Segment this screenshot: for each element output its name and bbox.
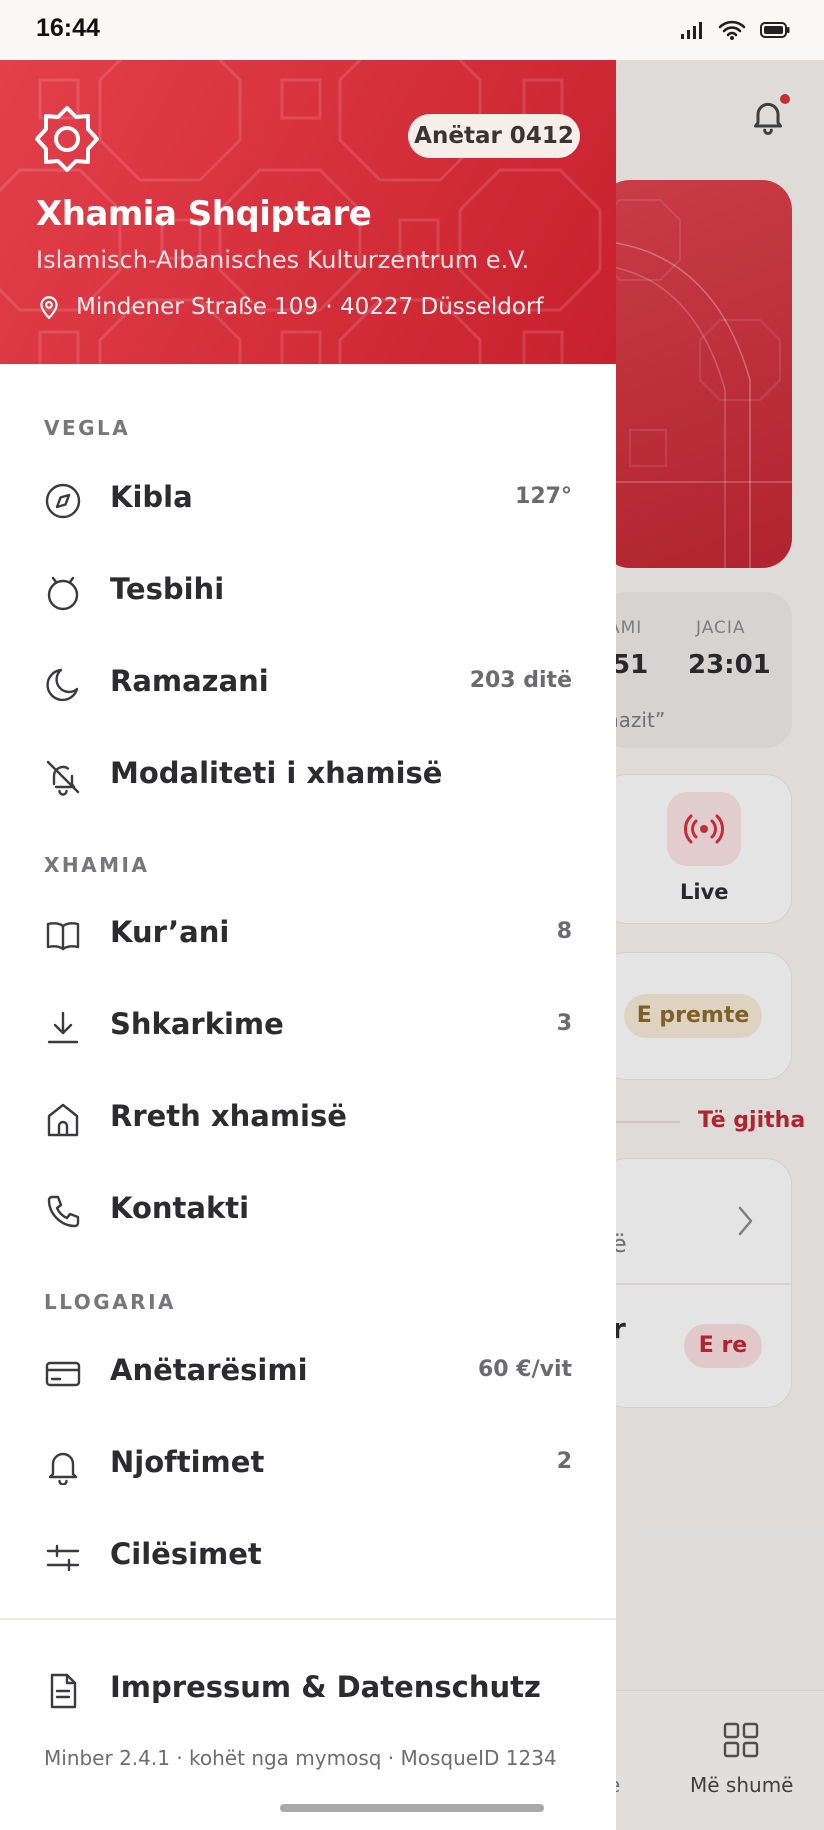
section-label-tools: VEGLA: [44, 416, 131, 440]
location-pin-icon: [40, 296, 58, 320]
menu-item-label: Ramazani: [110, 664, 269, 698]
download-icon: [47, 1011, 79, 1044]
menu-item-contact[interactable]: Kontakti: [0, 1163, 616, 1255]
book-icon: [46, 922, 80, 951]
menu-item-label: Tesbihi: [110, 572, 225, 606]
phone-icon: [47, 1195, 80, 1228]
address-row[interactable]: Mindener Straße 109 · 40227 Düsseldorf: [36, 294, 544, 320]
menu-item-tesbihi[interactable]: Tesbihi: [0, 544, 616, 636]
menu-item-kibla[interactable]: Kibla 127°: [0, 452, 616, 544]
house-icon: [47, 1103, 79, 1137]
menu-item-label: Cilësimet: [110, 1537, 262, 1571]
signal-icon: [681, 22, 702, 39]
downloads-count: 3: [556, 1011, 572, 1036]
bell-icon: [48, 1452, 78, 1485]
qibla-degree: 127°: [515, 484, 572, 509]
menu-item-label: Kontakti: [110, 1191, 250, 1225]
navigation-drawer: Anëtar 0412 Xhamia Shqiptare Islamisch-A…: [0, 60, 616, 1830]
menu-item-mosque-mode[interactable]: Modaliteti i xhamisë: [0, 728, 616, 820]
member-badge: Anëtar 0412: [408, 114, 580, 158]
prayer-beads-icon: [47, 576, 79, 611]
battery-icon: [760, 22, 790, 38]
address-text: Mindener Straße 109 · 40227 Düsseldorf: [76, 294, 544, 320]
home-indicator[interactable]: [280, 1804, 544, 1812]
menu-item-label: Rreth xhamisë: [110, 1099, 347, 1133]
moon-icon: [46, 668, 79, 702]
menu-item-imprint[interactable]: Impressum & Datenschutz: [0, 1642, 616, 1734]
menu-item-label: Modaliteti i xhamisë: [110, 756, 443, 790]
menu-item-label: Shkarkime: [110, 1007, 284, 1041]
menu-item-about[interactable]: Rreth xhamisë: [0, 1071, 616, 1163]
menu-item-label: Njoftimet: [110, 1445, 265, 1479]
menu-item-downloads[interactable]: Shkarkime 3: [0, 979, 616, 1071]
menu-item-settings[interactable]: Cilësimet: [0, 1509, 616, 1601]
ramadan-countdown: 203 ditë: [469, 668, 572, 693]
menu-item-ramazani[interactable]: Ramazani 203 ditë: [0, 636, 616, 728]
wifi-icon: [718, 20, 746, 40]
sliders-icon: [46, 1544, 80, 1572]
menu-item-membership[interactable]: Anëtarësimi 60 €/vit: [0, 1325, 616, 1417]
quran-count: 8: [556, 919, 572, 944]
menu-item-label: Anëtarësimi: [110, 1353, 308, 1387]
menu-item-label: Kibla: [110, 480, 193, 514]
document-icon: [50, 1673, 77, 1709]
gear-icon[interactable]: [32, 104, 102, 174]
card-icon: [45, 1361, 81, 1387]
status-bar: 16:44: [0, 0, 824, 60]
menu-item-label: Impressum & Datenschutz: [110, 1670, 541, 1704]
bell-off-icon: [46, 760, 80, 796]
section-label-account: LLOGARIA: [44, 1290, 176, 1314]
drawer-header: Anëtar 0412 Xhamia Shqiptare Islamisch-A…: [0, 60, 616, 364]
menu-item-label: Kur’ani: [110, 915, 230, 949]
section-label-mosque: XHAMIA: [44, 853, 150, 877]
membership-price: 60 €/vit: [477, 1357, 572, 1382]
notifications-count: 2: [556, 1449, 572, 1474]
status-time: 16:44: [36, 14, 100, 42]
drawer-divider: [0, 1618, 616, 1620]
app-version-footer: Minber 2.4.1 · kohët nga mymosq · Mosque…: [44, 1746, 557, 1770]
mosque-name: Xhamia Shqiptare: [36, 194, 372, 234]
compass-icon: [45, 483, 81, 519]
menu-item-notifications[interactable]: Njoftimet 2: [0, 1417, 616, 1509]
mosque-subtitle: Islamisch-Albanisches Kulturzentrum e.V.: [36, 246, 530, 274]
menu-item-kurani[interactable]: Kur’ani 8: [0, 887, 616, 979]
